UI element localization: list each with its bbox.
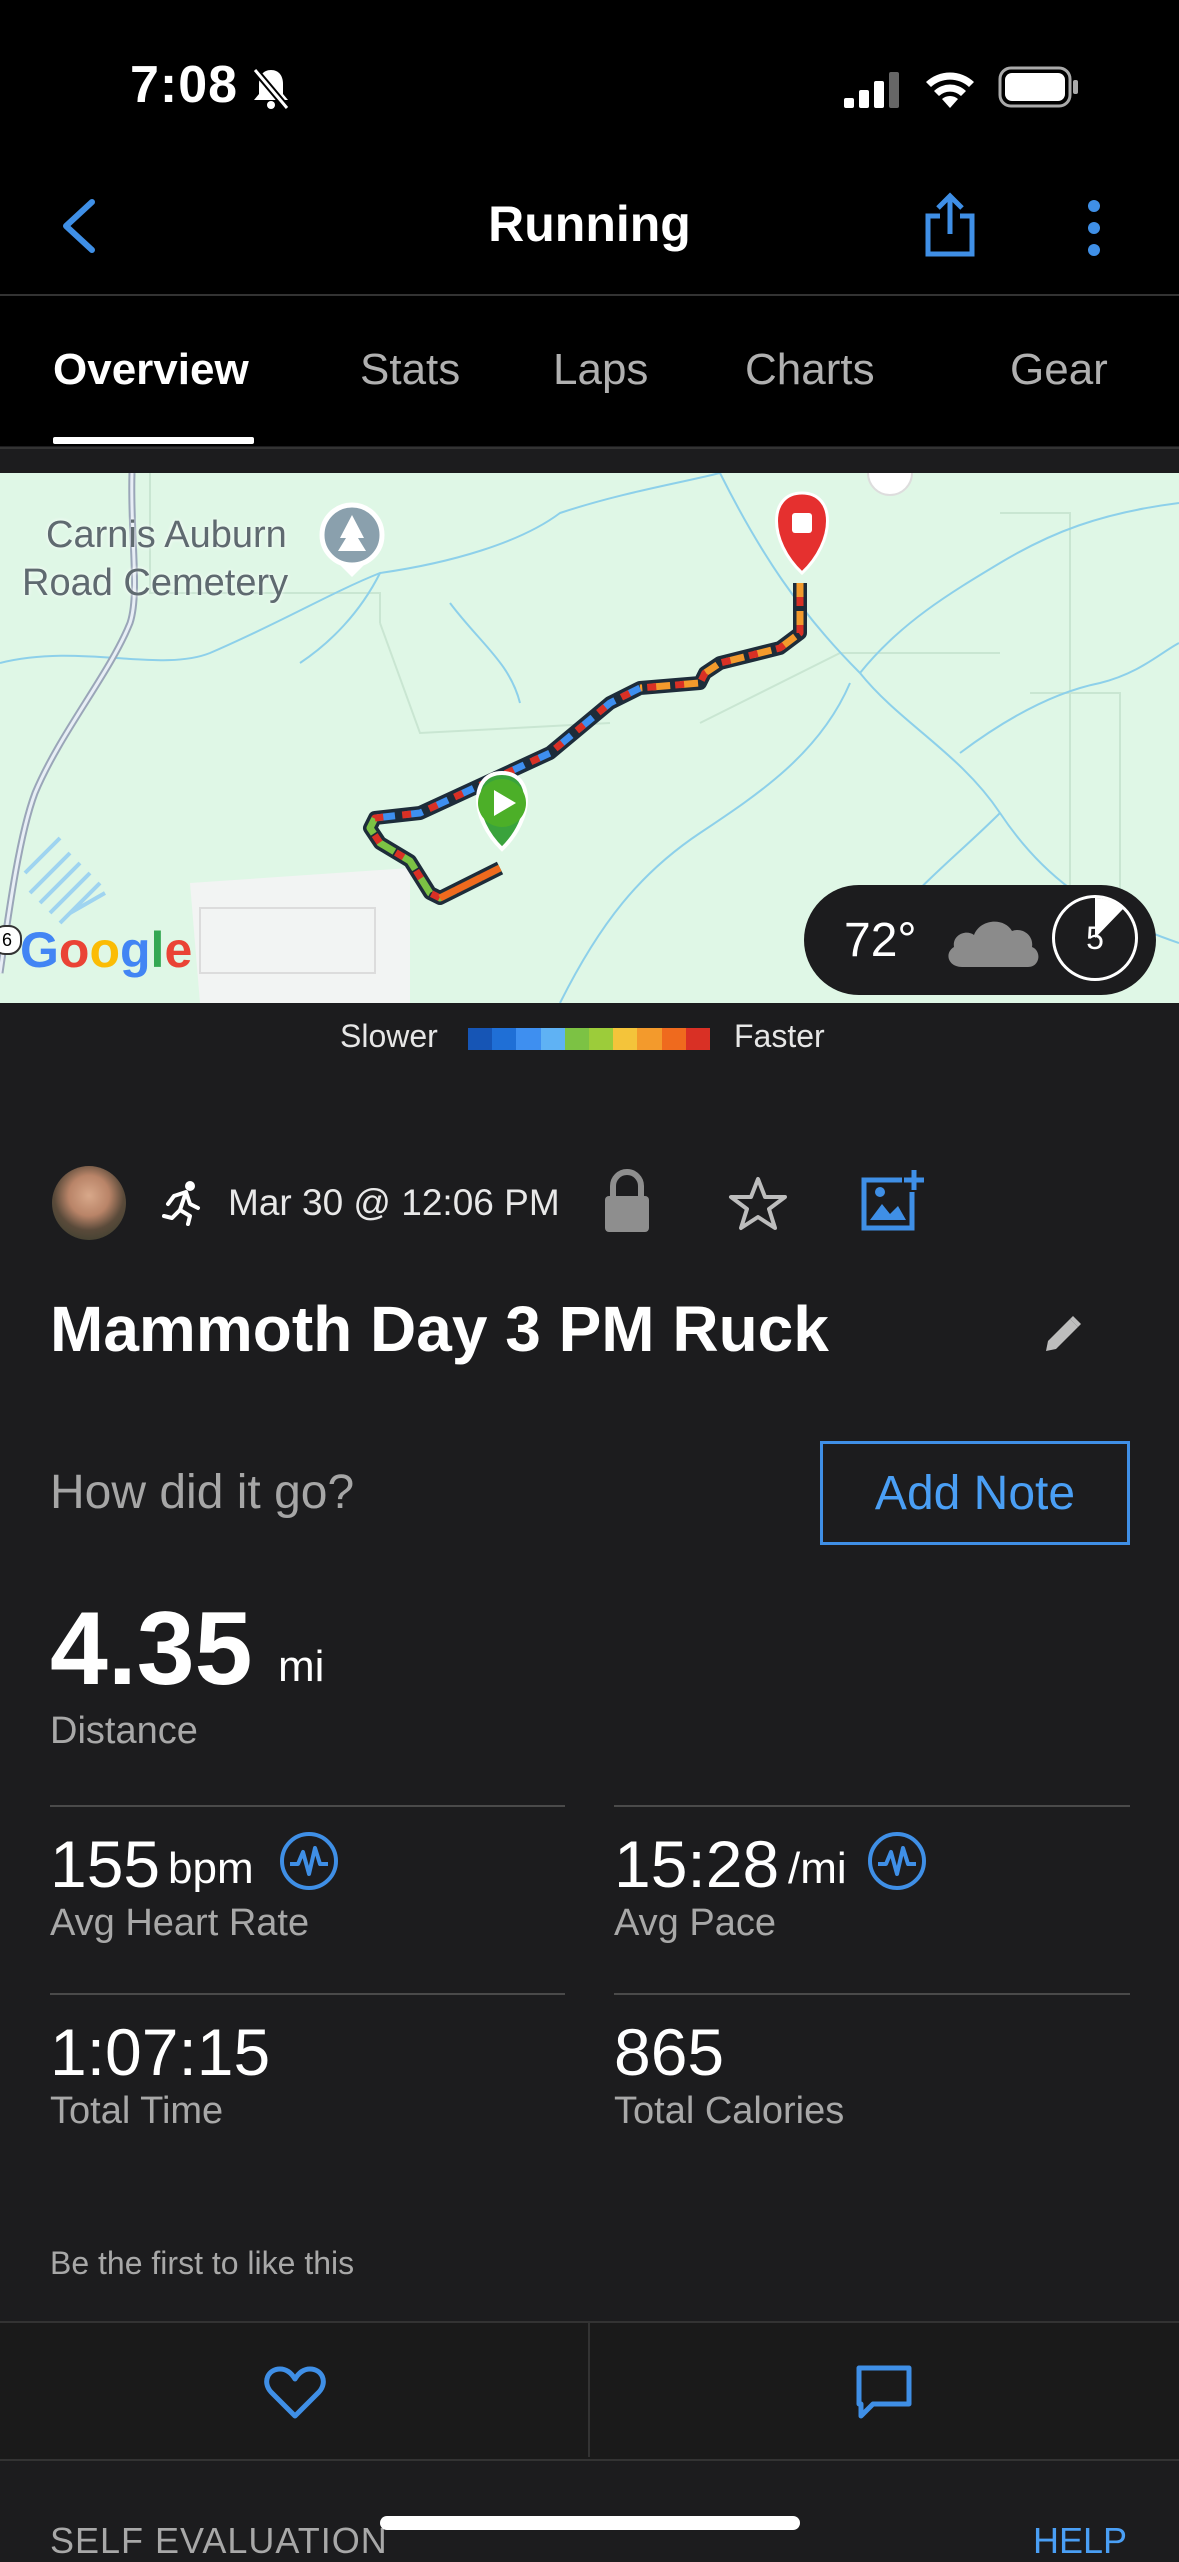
activity-date: Mar 30 @ 12:06 PM [228,1182,560,1223]
add-photo-icon[interactable] [860,1168,926,1232]
more-options-button[interactable] [1086,198,1102,258]
legend-swatch [613,1028,638,1050]
route-map[interactable]: Carnis Auburn Road Cemetery 6 Google 72°… [0,473,1179,1003]
heart-rate-value: 155 [50,1827,161,1901]
pace-legend-bar [468,1028,711,1050]
stat-divider [614,1805,1130,1807]
stat-divider [50,1993,565,1995]
google-logo: Google [20,922,193,978]
total-time-value: 1:07:15 [50,2015,271,2089]
lock-icon[interactable] [602,1168,652,1234]
map-edge-badge: 6 [0,925,22,955]
comment-icon[interactable] [855,2364,913,2420]
legend-slower: Slower [340,1018,438,1054]
tab-overview[interactable]: Overview [53,345,249,395]
distance-unit: mi [278,1642,325,1691]
legend-swatch [589,1028,614,1050]
weather-badge[interactable]: 72° 5 [804,885,1156,995]
activity-title: Mammoth Day 3 PM Ruck [50,1293,829,1365]
distance-label: Distance [50,1710,198,1752]
distance-value: 4.35 [50,1591,253,1707]
tab-gear[interactable]: Gear [1010,345,1108,395]
time-badge-ring [1095,897,1123,938]
running-icon [162,1181,200,1226]
heart-rate-label: Avg Heart Rate [50,1902,310,1944]
signal-icon [844,72,899,108]
like-heart-icon[interactable] [264,2366,326,2420]
pace-unit: /mi [788,1844,847,1893]
heart-rate-chart-icon[interactable] [278,1830,340,1892]
tab-stats[interactable]: Stats [360,345,460,395]
stat-divider [614,1993,1130,1995]
legend-swatch [637,1028,662,1050]
legend-swatch [685,1028,711,1050]
how-did-it-go-prompt: How did it go? [50,1466,355,1519]
total-time-label: Total Time [50,2090,224,2132]
edit-pencil-icon[interactable] [1042,1313,1084,1355]
pace-label: Avg Pace [614,1902,776,1944]
tab-laps[interactable]: Laps [553,345,648,395]
legend-swatch [492,1028,517,1050]
pace-chart-icon[interactable] [866,1830,928,1892]
heart-rate-unit: bpm [168,1844,254,1893]
silent-bell-icon [252,67,290,110]
legend-swatch [516,1028,541,1050]
cloud-icon [948,921,1039,967]
map-top-gap [0,449,1179,473]
home-indicator [380,2516,800,2530]
status-time: 7:08 [130,56,239,114]
calories-label: Total Calories [614,2090,845,2132]
pace-value: 15:28 [614,1827,780,1901]
legend-swatch [564,1028,590,1050]
avatar[interactable] [52,1166,126,1240]
temperature: 72° [844,914,917,967]
page-title: Running [488,196,691,252]
battery-icon [998,66,1078,108]
legend-faster: Faster [734,1018,825,1054]
stat-divider [50,1805,565,1807]
add-note-button[interactable]: Add Note [820,1441,1130,1545]
place-label: Carnis Auburn Road Cemetery [22,514,289,604]
legend-swatch [661,1028,686,1050]
action-separator [588,2323,590,2457]
legend-swatch [468,1028,493,1050]
calories-value: 865 [614,2015,725,2089]
legend-swatch [540,1028,565,1050]
tab-charts[interactable]: Charts [745,345,875,395]
wifi-icon [926,72,974,108]
share-button[interactable] [924,192,976,258]
likes-text: Be the first to like this [50,2245,355,2281]
active-tab-indicator [53,437,254,444]
favorite-star-icon[interactable] [728,1176,788,1232]
